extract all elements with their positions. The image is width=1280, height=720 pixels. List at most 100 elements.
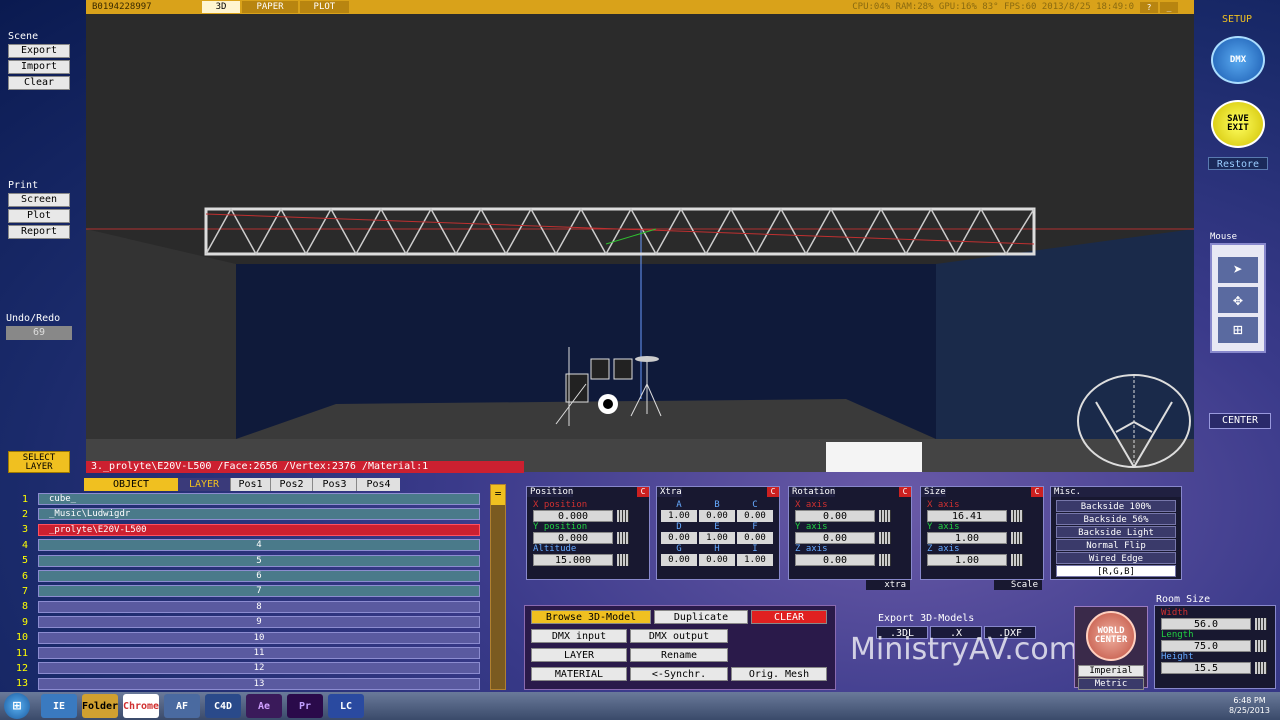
misc-button[interactable]: Wired Edge	[1056, 552, 1176, 564]
help-button[interactable]: ?	[1140, 1, 1158, 13]
layer-bar[interactable]: _prolyte\E20V-L500	[38, 523, 480, 536]
export-button[interactable]: Export	[8, 44, 70, 58]
layer-bar[interactable]: 11	[38, 647, 480, 659]
rotation-y-field[interactable]: 0.00	[795, 532, 875, 544]
layer-button[interactable]: LAYER	[531, 648, 627, 662]
taskbar-app-icon[interactable]: Ae	[246, 694, 282, 718]
size-clear-badge[interactable]: C	[1031, 487, 1043, 497]
tab-pos3[interactable]: Pos3	[312, 478, 356, 491]
orig-mesh-button[interactable]: Orig. Mesh	[731, 667, 827, 681]
layer-bar[interactable]: 9	[38, 616, 480, 629]
layer-row[interactable]: 77	[0, 584, 482, 598]
y-position-field[interactable]: 0.000	[533, 532, 613, 544]
taskbar-app-icon[interactable]: IE	[41, 694, 77, 718]
size-x-grid-icon[interactable]	[1011, 510, 1023, 522]
minimize-button[interactable]: _	[1160, 1, 1178, 13]
synchr-button[interactable]: <-Synchr.	[630, 667, 728, 681]
room-width-grid-icon[interactable]	[1255, 618, 1267, 630]
restore-button[interactable]: Restore	[1208, 157, 1268, 170]
layer-row[interactable]: 2 _Music\Ludwigdr	[0, 507, 482, 521]
layer-row[interactable]: 66	[0, 569, 482, 583]
size-y-grid-icon[interactable]	[1011, 532, 1023, 544]
layer-row[interactable]: 44	[0, 538, 482, 552]
room-length-grid-icon[interactable]	[1255, 640, 1267, 652]
layer-row[interactable]: 55	[0, 554, 482, 568]
duplicate-button[interactable]: Duplicate	[654, 610, 748, 624]
size-z-field[interactable]: 1.00	[927, 554, 1007, 566]
dmx-output-button[interactable]: DMX output	[630, 629, 728, 643]
tab-object[interactable]: OBJECT	[84, 478, 178, 491]
size-x-field[interactable]: 16.41	[927, 510, 1007, 522]
start-button[interactable]: ⊞	[4, 693, 30, 719]
rotation-z-grid-icon[interactable]	[879, 554, 891, 566]
layer-row[interactable]: 13 13	[0, 677, 482, 691]
layer-row[interactable]: 12 12	[0, 661, 482, 675]
rotation-y-grid-icon[interactable]	[879, 532, 891, 544]
tab-pos2[interactable]: Pos2	[270, 478, 312, 491]
screen-button[interactable]: Screen	[8, 193, 70, 207]
taskbar-app-icon[interactable]: Chrome	[123, 694, 159, 718]
size-y-field[interactable]: 1.00	[927, 532, 1007, 544]
layer-bar[interactable]: 6	[38, 570, 480, 582]
material-button[interactable]: MATERIAL	[531, 667, 627, 681]
matrix-cell[interactable]: 1.00	[661, 510, 697, 522]
layer-bar[interactable]: 12	[38, 662, 480, 675]
taskbar-app-icon[interactable]: Folder	[82, 694, 118, 718]
layer-bar[interactable]: _Music\Ludwigdr	[38, 508, 480, 521]
report-button[interactable]: Report	[8, 225, 70, 239]
center-button[interactable]: CENTER	[1209, 413, 1271, 429]
world-center-button[interactable]: WORLD CENTER	[1086, 611, 1136, 661]
x-position-field[interactable]: 0.000	[533, 510, 613, 522]
import-button[interactable]: Import	[8, 60, 70, 74]
layer-row[interactable]: 99	[0, 615, 482, 629]
rotation-x-grid-icon[interactable]	[879, 510, 891, 522]
layer-bar[interactable]: 5	[38, 554, 480, 567]
taskbar-app-icon[interactable]: Pr	[287, 694, 323, 718]
pointer-icon[interactable]: ➤	[1218, 257, 1258, 283]
rename-button[interactable]: Rename	[630, 648, 728, 662]
zoom-icon[interactable]: ⊞	[1218, 317, 1258, 343]
tab-pos1[interactable]: Pos1	[230, 478, 270, 491]
layer-bar[interactable]: 4	[38, 539, 480, 552]
tab-layer[interactable]: LAYER	[178, 478, 230, 491]
dmx-button[interactable]: DMX	[1211, 36, 1265, 84]
layer-bar[interactable]: 13	[38, 677, 480, 690]
metric-button[interactable]: Metric	[1078, 678, 1144, 690]
select-layer-button[interactable]: SELECT LAYER	[8, 451, 70, 473]
save-exit-button[interactable]: SAVE EXIT	[1211, 100, 1265, 148]
layer-bar[interactable]: 7	[38, 585, 480, 598]
clear-scene-button[interactable]: Clear	[8, 76, 70, 90]
matrix-cell[interactable]: 0.00	[699, 554, 735, 566]
matrix-cell[interactable]: 0.00	[661, 554, 697, 566]
rotation-z-field[interactable]: 0.00	[795, 554, 875, 566]
misc-button[interactable]: [R,G,B]	[1056, 565, 1176, 577]
room-height-grid-icon[interactable]	[1255, 662, 1267, 674]
rotation-clear-badge[interactable]: C	[899, 487, 911, 497]
layer-bar[interactable]: cube_	[38, 493, 480, 505]
layer-row[interactable]: 3 _prolyte\E20V-L500	[0, 523, 482, 537]
tab-3d[interactable]: 3D	[201, 1, 241, 13]
layer-bar[interactable]: 10	[38, 631, 480, 644]
undo-redo-control[interactable]: 69	[6, 326, 72, 340]
layer-scrollbar[interactable]: =	[490, 484, 506, 690]
size-z-grid-icon[interactable]	[1011, 554, 1023, 566]
misc-button[interactable]: Backside Light	[1056, 526, 1176, 538]
altitude-field[interactable]: 15.000	[533, 554, 613, 566]
scroll-handle[interactable]: =	[491, 485, 505, 505]
misc-button[interactable]: Backside 100%	[1056, 500, 1176, 512]
plot-button[interactable]: Plot	[8, 209, 70, 223]
layer-row[interactable]: 1 cube_	[0, 492, 482, 506]
matrix-cell[interactable]: 0.00	[661, 532, 697, 544]
position-clear-badge[interactable]: C	[637, 487, 649, 497]
layer-row[interactable]: 88	[0, 600, 482, 614]
layer-bar[interactable]: 8	[38, 600, 480, 613]
rotation-x-field[interactable]: 0.00	[795, 510, 875, 522]
imperial-button[interactable]: Imperial	[1078, 665, 1144, 677]
misc-button[interactable]: Normal Flip	[1056, 539, 1176, 551]
clear-button[interactable]: CLEAR	[751, 610, 827, 624]
altitude-grid-icon[interactable]	[617, 554, 629, 566]
view-rotation-gizmo[interactable]	[1076, 372, 1192, 470]
matrix-cell[interactable]: 0.00	[699, 510, 735, 522]
matrix-cell[interactable]: 1.00	[699, 532, 735, 544]
tab-paper[interactable]: PAPER	[242, 1, 298, 13]
